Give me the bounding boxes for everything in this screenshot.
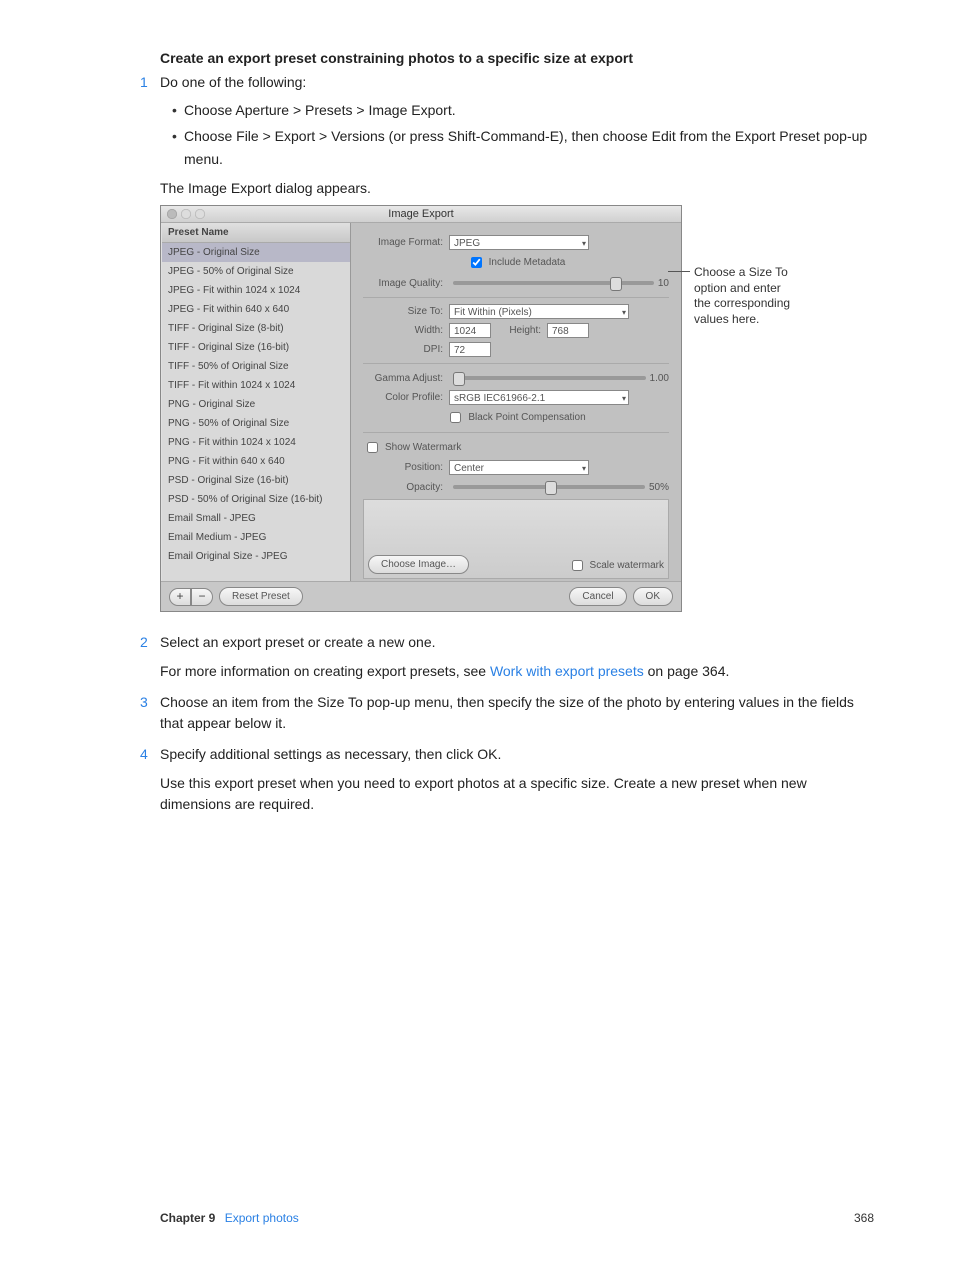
callout-line-3: the corresponding (694, 296, 790, 312)
step-1: Do one of the following: Choose Aperture… (160, 72, 874, 612)
preset-item[interactable]: PNG - Original Size (162, 395, 350, 414)
preset-item[interactable]: TIFF - Original Size (16-bit) (162, 338, 350, 357)
callout-line-1: Choose a Size To (694, 265, 790, 281)
preset-item[interactable]: JPEG - 50% of Original Size (162, 262, 350, 281)
preset-sidebar: Preset Name JPEG - Original Size JPEG - … (161, 223, 351, 581)
choose-image-button[interactable]: Choose Image… (368, 555, 469, 574)
preset-item[interactable]: PNG - Fit within 1024 x 1024 (162, 433, 350, 452)
cancel-button[interactable]: Cancel (569, 587, 626, 606)
step-1-bullet-1: Choose Aperture > Presets > Image Export… (184, 99, 874, 121)
preset-item[interactable]: TIFF - 50% of Original Size (162, 357, 350, 376)
black-point-checkbox[interactable]: Black Point Compensation (446, 409, 585, 426)
preset-item[interactable]: PNG - Fit within 640 x 640 (162, 452, 350, 471)
page-number: 368 (854, 1211, 874, 1225)
gamma-adjust-label: Gamma Adjust: (363, 371, 443, 386)
gamma-adjust-value: 1.00 (650, 371, 669, 386)
callout-line-4: values here. (694, 312, 790, 328)
titlebar: Image Export (161, 206, 681, 223)
remove-preset-button[interactable]: − (191, 588, 213, 606)
callout-leader-line (668, 271, 690, 272)
reset-preset-button[interactable]: Reset Preset (219, 587, 303, 606)
preset-item[interactable]: TIFF - Original Size (8-bit) (162, 319, 350, 338)
color-profile-label: Color Profile: (363, 390, 443, 405)
step-2-after-prefix: For more information on creating export … (160, 663, 490, 679)
add-preset-button[interactable]: + (169, 588, 191, 606)
dpi-field[interactable]: 72 (449, 342, 491, 357)
show-watermark-label: Show Watermark (385, 440, 461, 455)
watermark-preview: Choose Image… Scale watermark (363, 499, 669, 579)
black-point-label: Black Point Compensation (468, 410, 585, 425)
gamma-adjust-slider[interactable] (453, 376, 646, 380)
image-quality-value: 10 (658, 276, 669, 291)
preset-item[interactable]: PSD - 50% of Original Size (16-bit) (162, 490, 350, 509)
include-metadata-checkbox[interactable]: Include Metadata (467, 254, 566, 271)
step-2-after-suffix: on page 364. (644, 663, 730, 679)
callout-line-2: option and enter (694, 281, 790, 297)
work-with-export-presets-link[interactable]: Work with export presets (490, 663, 644, 679)
scale-watermark-label: Scale watermark (590, 558, 664, 573)
step-2: Select an export preset or create a new … (160, 632, 874, 682)
preset-item[interactable]: PSD - Original Size (16-bit) (162, 471, 350, 490)
step-2-text: Select an export preset or create a new … (160, 634, 436, 650)
step-1-after: The Image Export dialog appears. (160, 178, 874, 199)
image-quality-slider[interactable] (453, 281, 654, 285)
dpi-label: DPI: (363, 342, 443, 357)
image-export-window: Image Export Preset Name JPEG - Original… (160, 205, 682, 612)
preset-item[interactable]: PNG - 50% of Original Size (162, 414, 350, 433)
preset-item[interactable]: Email Medium - JPEG (162, 528, 350, 547)
chapter-title[interactable]: Export photos (225, 1211, 299, 1225)
opacity-value: 50% (649, 480, 669, 495)
step-4: Specify additional settings as necessary… (160, 744, 874, 815)
window-title: Image Export (161, 206, 681, 223)
image-quality-label: Image Quality: (363, 276, 443, 291)
include-metadata-label: Include Metadata (489, 255, 566, 270)
step-1-bullet-2: Choose File > Export > Versions (or pres… (184, 125, 874, 170)
ok-button[interactable]: OK (633, 587, 673, 606)
callout: Choose a Size To option and enter the co… (682, 265, 790, 327)
preset-item[interactable]: TIFF - Fit within 1024 x 1024 (162, 376, 350, 395)
width-field[interactable]: 1024 (449, 323, 491, 338)
scale-watermark-checkbox[interactable]: Scale watermark (568, 557, 664, 574)
image-format-select[interactable]: JPEG (449, 235, 589, 250)
preset-header: Preset Name (162, 223, 350, 243)
opacity-slider[interactable] (453, 485, 645, 489)
step-1-text: Do one of the following: (160, 74, 306, 90)
image-format-label: Image Format: (363, 235, 443, 250)
section-heading: Create an export preset constraining pho… (160, 50, 874, 66)
step-4-text: Specify additional settings as necessary… (160, 746, 501, 762)
size-to-label: Size To: (363, 304, 443, 319)
step-3: Choose an item from the Size To pop-up m… (160, 692, 874, 734)
watermark-position-label: Position: (363, 460, 443, 475)
height-label: Height: (491, 323, 541, 338)
preset-item[interactable]: Email Original Size - JPEG (162, 547, 350, 566)
preset-item[interactable]: Email Small - JPEG (162, 509, 350, 528)
chapter-number: Chapter 9 (160, 1211, 215, 1225)
final-paragraph: Use this export preset when you need to … (160, 773, 874, 815)
size-to-select[interactable]: Fit Within (Pixels) (449, 304, 629, 319)
color-profile-select[interactable]: sRGB IEC61966-2.1 (449, 390, 629, 405)
settings-pane: Image Format: JPEG Include Metadata Imag… (351, 223, 681, 581)
preset-item[interactable]: JPEG - Original Size (162, 243, 350, 262)
show-watermark-checkbox[interactable]: Show Watermark (363, 439, 669, 456)
step-3-text: Choose an item from the Size To pop-up m… (160, 694, 854, 731)
watermark-position-select[interactable]: Center (449, 460, 589, 475)
preset-item[interactable]: JPEG - Fit within 1024 x 1024 (162, 281, 350, 300)
height-field[interactable]: 768 (547, 323, 589, 338)
page-footer: Chapter 9 Export photos 368 (160, 1211, 874, 1225)
width-label: Width: (393, 323, 443, 338)
opacity-label: Opacity: (363, 480, 443, 495)
preset-item[interactable]: JPEG - Fit within 640 x 640 (162, 300, 350, 319)
